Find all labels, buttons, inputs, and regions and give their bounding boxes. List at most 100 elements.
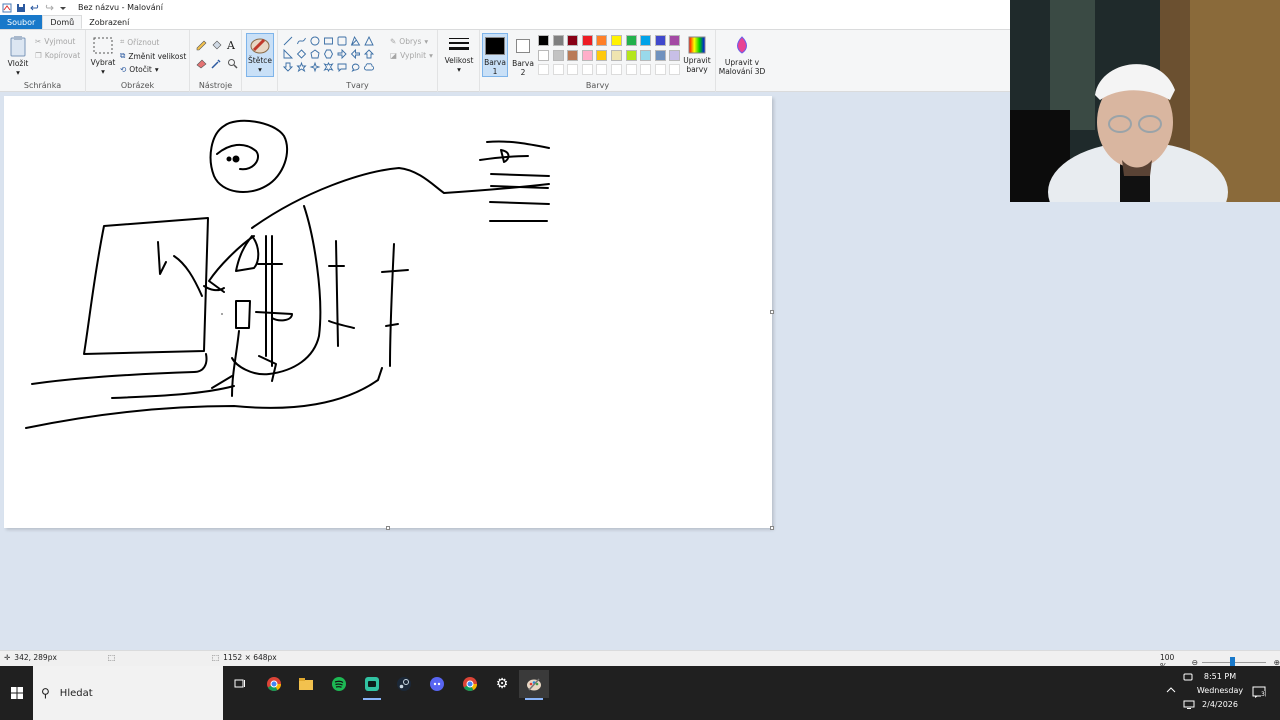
undo-icon[interactable] bbox=[30, 3, 40, 13]
palette-swatch[interactable] bbox=[538, 35, 549, 46]
shape-option[interactable] bbox=[350, 36, 361, 46]
color2-button[interactable]: Barva 2 bbox=[510, 33, 536, 77]
chrome-icon-2[interactable] bbox=[455, 670, 485, 698]
resize-handle-corner[interactable] bbox=[770, 526, 774, 530]
shape-option[interactable] bbox=[364, 63, 374, 71]
palette-swatch[interactable] bbox=[625, 49, 637, 61]
palette-swatch[interactable] bbox=[552, 35, 564, 46]
settings-gear-icon[interactable]: ⚙ bbox=[487, 670, 517, 698]
paste-button[interactable]: Vložit ▾ bbox=[5, 35, 31, 77]
palette-swatch[interactable] bbox=[611, 35, 622, 46]
custom-color-slot[interactable] bbox=[654, 64, 666, 75]
shape-option[interactable] bbox=[364, 36, 374, 46]
notifications-icon[interactable]: 3 bbox=[1252, 686, 1266, 700]
color1-button[interactable]: Barva 1 bbox=[482, 33, 508, 77]
outline-button[interactable]: ✎ Obrys ▾ bbox=[390, 37, 428, 46]
fill-button[interactable]: ◪ Vyplnit ▾ bbox=[390, 51, 433, 60]
palette-swatch[interactable] bbox=[654, 35, 666, 46]
shape-option[interactable] bbox=[337, 48, 347, 60]
palette-swatch[interactable] bbox=[567, 35, 579, 46]
taskbar-search-box[interactable]: ⚲ Hledat bbox=[33, 666, 223, 720]
cut-button[interactable]: ✂ Vyjmout bbox=[35, 37, 75, 46]
palette-swatch[interactable] bbox=[611, 49, 622, 61]
crop-button[interactable]: ⌗ Oříznout bbox=[120, 37, 159, 47]
taskbar-clock[interactable]: 8:51 PM Wednesday 2/4/2026 bbox=[1192, 670, 1248, 712]
shape-option[interactable] bbox=[283, 36, 293, 46]
paint-taskbar-icon[interactable] bbox=[519, 670, 549, 700]
eraser-icon[interactable] bbox=[196, 58, 207, 71]
shape-option[interactable] bbox=[324, 37, 333, 45]
color-picker-icon[interactable] bbox=[211, 58, 222, 71]
shape-option[interactable] bbox=[297, 37, 306, 45]
select-button[interactable]: Vybrat ▾ bbox=[90, 36, 116, 76]
redo-icon[interactable] bbox=[44, 3, 54, 13]
task-view-icon[interactable] bbox=[225, 670, 255, 698]
tab-file[interactable]: Soubor bbox=[0, 15, 43, 29]
rotate-button[interactable]: ⟲ Otočit ▾ bbox=[120, 65, 159, 74]
brushes-button[interactable]: Štětce ▾ bbox=[246, 33, 274, 77]
tab-view[interactable]: Zobrazení bbox=[82, 15, 136, 29]
discord-icon[interactable] bbox=[422, 670, 452, 698]
palette-swatch[interactable] bbox=[669, 35, 681, 46]
tab-home[interactable]: Domů bbox=[42, 15, 83, 29]
shape-option[interactable] bbox=[296, 61, 307, 73]
palette-swatch[interactable] bbox=[538, 49, 549, 61]
file-explorer-icon[interactable] bbox=[291, 670, 321, 698]
shape-option[interactable] bbox=[323, 49, 334, 59]
chrome-icon[interactable] bbox=[259, 670, 289, 698]
palette-swatch[interactable] bbox=[596, 35, 608, 46]
tray-chevron-icon[interactable] bbox=[1166, 686, 1176, 696]
resize-handle-bottom[interactable] bbox=[386, 526, 390, 530]
shape-option[interactable] bbox=[283, 62, 294, 72]
palette-swatch[interactable] bbox=[669, 49, 681, 61]
fill-bucket-icon[interactable] bbox=[211, 40, 222, 53]
text-tool-icon[interactable]: A bbox=[227, 39, 235, 52]
shape-option[interactable] bbox=[283, 48, 294, 59]
shapes-gallery[interactable] bbox=[283, 36, 383, 76]
shape-option[interactable] bbox=[310, 36, 320, 46]
quick-access-dropdown-icon[interactable] bbox=[58, 3, 68, 13]
magnifier-icon[interactable] bbox=[227, 58, 238, 71]
palette-swatch[interactable] bbox=[567, 49, 579, 61]
palette-swatch[interactable] bbox=[581, 49, 593, 61]
shape-option[interactable] bbox=[296, 49, 307, 59]
size-button[interactable]: Velikost ▾ bbox=[443, 36, 475, 74]
shape-option[interactable] bbox=[363, 49, 375, 59]
shape-option[interactable] bbox=[323, 61, 334, 73]
shape-option[interactable] bbox=[309, 61, 321, 73]
palette-swatch[interactable] bbox=[625, 35, 637, 46]
palette-swatch[interactable] bbox=[654, 49, 666, 61]
copy-button[interactable]: ❐ Kopírovat bbox=[35, 51, 80, 60]
shape-option[interactable] bbox=[351, 63, 360, 73]
palette-swatch[interactable] bbox=[640, 35, 652, 46]
resize-handle-right[interactable] bbox=[770, 310, 774, 314]
custom-color-slot[interactable] bbox=[581, 64, 593, 75]
palette-swatch[interactable] bbox=[581, 35, 593, 46]
save-icon[interactable] bbox=[16, 3, 26, 13]
custom-color-slot[interactable] bbox=[669, 64, 681, 75]
shape-option[interactable] bbox=[310, 49, 320, 59]
custom-color-slot[interactable] bbox=[611, 64, 622, 75]
custom-color-slot[interactable] bbox=[625, 64, 637, 75]
fill-icon: ◪ bbox=[390, 51, 398, 60]
resize-button[interactable]: ⧉ Změnit velikost bbox=[120, 51, 186, 61]
streamlabs-icon[interactable] bbox=[357, 670, 387, 700]
custom-color-slot[interactable] bbox=[567, 64, 579, 75]
shape-option[interactable] bbox=[337, 63, 347, 73]
drawing-canvas[interactable] bbox=[4, 96, 774, 530]
steam-icon[interactable] bbox=[389, 670, 419, 698]
edit-colors-button[interactable]: Upravit barvy bbox=[680, 36, 714, 74]
palette-swatch[interactable] bbox=[596, 49, 608, 61]
custom-color-slot[interactable] bbox=[552, 64, 564, 75]
spotify-icon[interactable] bbox=[324, 670, 354, 698]
palette-swatch[interactable] bbox=[640, 49, 652, 61]
pencil-icon[interactable] bbox=[196, 40, 207, 53]
custom-color-slot[interactable] bbox=[538, 64, 549, 75]
custom-color-slot[interactable] bbox=[596, 64, 608, 75]
custom-color-slot[interactable] bbox=[640, 64, 652, 75]
shape-option[interactable] bbox=[350, 48, 360, 60]
palette-swatch[interactable] bbox=[552, 49, 564, 61]
start-button[interactable] bbox=[0, 666, 33, 720]
edit-in-paint3d-button[interactable]: Upravit v Malování 3D bbox=[718, 36, 766, 76]
shape-option[interactable] bbox=[337, 36, 347, 46]
